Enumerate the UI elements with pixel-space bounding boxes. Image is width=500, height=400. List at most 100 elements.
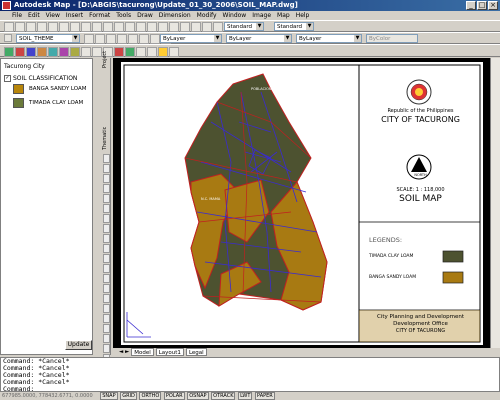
nav-arrows-icon[interactable]: ◄ ► — [119, 348, 129, 356]
tree-item-banga[interactable]: BANGA SANDY LOAM — [29, 86, 87, 92]
chevron-down-icon[interactable]: ▼ — [256, 23, 263, 30]
open-icon[interactable] — [15, 22, 25, 32]
zoom-previous-icon[interactable] — [169, 22, 179, 32]
menu-draw[interactable]: Draw — [137, 11, 153, 20]
cut-icon[interactable] — [70, 22, 80, 32]
polar-toggle[interactable]: POLAR — [163, 392, 185, 400]
layer-manager-icon[interactable] — [4, 34, 12, 42]
menu-view[interactable]: View — [46, 11, 60, 20]
undo-icon[interactable] — [114, 22, 124, 32]
minimize-button[interactable]: _ — [466, 1, 476, 10]
erase-icon[interactable] — [103, 284, 110, 293]
chevron-down-icon[interactable]: ▼ — [284, 35, 291, 42]
match-icon[interactable] — [103, 22, 113, 32]
checkbox-icon[interactable]: ✓ — [4, 75, 11, 82]
layer-plot-icon[interactable] — [150, 34, 160, 44]
chevron-down-icon[interactable]: ▼ — [214, 35, 221, 42]
point-icon[interactable] — [103, 244, 110, 253]
copy-object-icon[interactable] — [103, 294, 110, 303]
dim-style-combo[interactable]: Standard ▼ — [274, 22, 314, 31]
map-query-icon[interactable] — [4, 47, 14, 57]
plotstyle-combo[interactable]: ByColor — [366, 34, 418, 43]
new-icon[interactable] — [4, 22, 14, 32]
array-icon[interactable] — [103, 324, 110, 333]
zoom-realtime-icon[interactable] — [147, 22, 157, 32]
map-export-icon[interactable] — [81, 47, 91, 57]
map-import-icon[interactable] — [92, 47, 102, 57]
offset-icon[interactable] — [103, 314, 110, 323]
menu-image[interactable]: Image — [252, 11, 271, 20]
block-icon[interactable] — [103, 234, 110, 243]
menu-tools[interactable]: Tools — [116, 11, 131, 20]
color-combo[interactable]: ByLayer ▼ — [160, 34, 222, 43]
publish-icon[interactable] — [59, 22, 69, 32]
line-icon[interactable] — [103, 154, 110, 163]
menu-modify[interactable]: Modify — [197, 11, 217, 20]
spline-icon[interactable] — [103, 214, 110, 223]
project-tab[interactable]: Project — [102, 51, 108, 68]
menu-edit[interactable]: Edit — [28, 11, 40, 20]
properties-icon[interactable] — [180, 22, 190, 32]
paste-icon[interactable] — [92, 22, 102, 32]
command-line[interactable]: Command: *Cancel* Command: *Cancel* Comm… — [0, 357, 500, 393]
circle-icon[interactable] — [103, 204, 110, 213]
tree-item-timada[interactable]: TIMADA CLAY LOAM — [29, 100, 83, 106]
paper-toggle[interactable]: PAPER — [255, 392, 275, 400]
thematic-tab[interactable]: Thematic — [102, 127, 108, 150]
vertical-scrollbar[interactable] — [490, 58, 500, 348]
layer-freeze-icon[interactable] — [117, 34, 127, 44]
save-icon[interactable] — [26, 22, 36, 32]
polyline-icon[interactable] — [103, 164, 110, 173]
menu-help[interactable]: Help — [296, 11, 310, 20]
maximize-button[interactable]: □ — [477, 1, 487, 10]
close-button[interactable]: × — [488, 1, 498, 10]
map-buffer-icon[interactable] — [136, 47, 146, 57]
chevron-down-icon[interactable]: ▼ — [72, 35, 79, 42]
tab-model[interactable]: Model — [131, 348, 154, 356]
layer-previous-icon[interactable] — [95, 34, 105, 44]
menu-insert[interactable]: Insert — [66, 11, 83, 20]
menu-dimension[interactable]: Dimension — [159, 11, 191, 20]
map-legend-icon[interactable] — [169, 47, 179, 57]
tree-root[interactable]: Tacurong City — [4, 63, 45, 70]
update-button[interactable]: Update — [65, 340, 92, 350]
tab-layout1[interactable]: Layout1 — [155, 348, 184, 356]
menu-window[interactable]: Window — [223, 11, 247, 20]
redo-icon[interactable] — [125, 22, 135, 32]
ortho-toggle[interactable]: ORTHO — [139, 392, 162, 400]
pan-icon[interactable] — [136, 22, 146, 32]
snap-toggle[interactable]: SNAP — [100, 392, 118, 400]
map-overlay-icon[interactable] — [125, 47, 135, 57]
layer-color-icon[interactable] — [139, 34, 149, 44]
text-icon[interactable] — [103, 274, 110, 283]
layer-combo[interactable]: SOIL_THEME ▼ — [16, 34, 80, 43]
layer-on-icon[interactable] — [106, 34, 116, 44]
tab-legal[interactable]: Legal — [185, 348, 207, 356]
chevron-down-icon[interactable]: ▼ — [306, 23, 313, 30]
map-drawing-set-icon[interactable] — [147, 47, 157, 57]
rectangle-icon[interactable] — [103, 184, 110, 193]
map-display-icon[interactable] — [70, 47, 80, 57]
design-center-icon[interactable] — [191, 22, 201, 32]
map-topology-icon[interactable] — [26, 47, 36, 57]
map-cleanup-icon[interactable] — [37, 47, 47, 57]
preview-icon[interactable] — [48, 22, 58, 32]
map-annotation-icon[interactable] — [114, 47, 124, 57]
rotate-icon[interactable] — [103, 344, 110, 353]
arc-icon[interactable] — [103, 194, 110, 203]
linetype-combo[interactable]: ByLayer ▼ — [226, 34, 292, 43]
lineweight-combo[interactable]: ByLayer ▼ — [296, 34, 362, 43]
osnap-toggle[interactable]: OSNAP — [187, 392, 209, 400]
print-icon[interactable] — [37, 22, 47, 32]
help-icon[interactable] — [213, 22, 223, 32]
lwt-toggle[interactable]: LWT — [238, 392, 253, 400]
hatch-icon[interactable] — [103, 254, 110, 263]
mirror-icon[interactable] — [103, 304, 110, 313]
grid-toggle[interactable]: GRID — [120, 392, 137, 400]
otrack-toggle[interactable]: OTRACK — [211, 392, 236, 400]
zoom-window-icon[interactable] — [158, 22, 168, 32]
ellipse-icon[interactable] — [103, 224, 110, 233]
layer-lock-icon[interactable] — [128, 34, 138, 44]
tool-palette-icon[interactable] — [202, 22, 212, 32]
map-theme-icon[interactable] — [158, 47, 168, 57]
